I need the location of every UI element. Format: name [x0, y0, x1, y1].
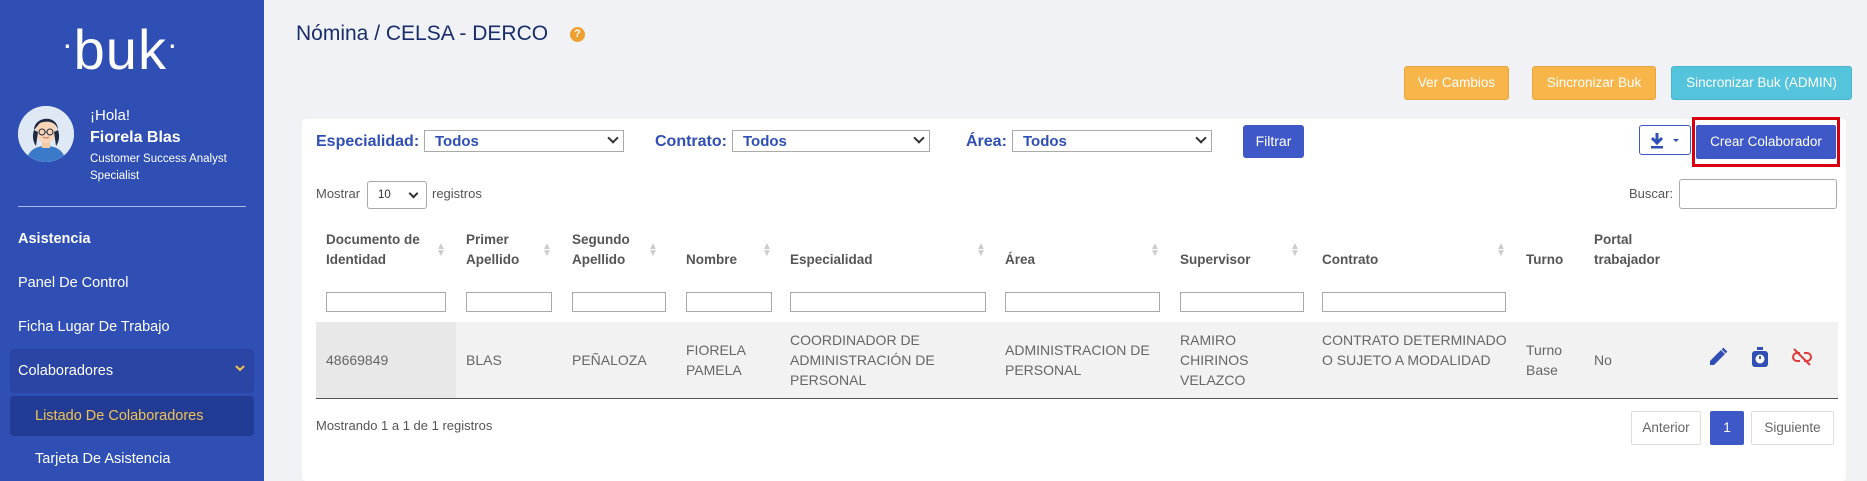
column-header-nombre[interactable]: Nombre	[686, 250, 737, 270]
nombre-filter-input[interactable]	[686, 292, 772, 312]
pagination-next[interactable]: Siguiente	[1751, 411, 1834, 445]
primer-apellido-filter-input[interactable]	[466, 292, 552, 312]
especialidad-value: Todos	[435, 133, 479, 150]
sort-icon: ▲ ▼	[648, 241, 658, 259]
cell-supervisor: RAMIRO CHIRINOS VELAZCO	[1180, 332, 1249, 388]
sidebar-item-label: Colaboradores	[18, 363, 114, 379]
sidebar-item-listado-de-colaboradores[interactable]: Listado De Colaboradores	[10, 396, 254, 436]
sort-icon: ▲ ▼	[1290, 241, 1300, 259]
chevron-down-icon	[913, 132, 925, 144]
search-label: Buscar:	[1629, 186, 1674, 201]
sort-icon: ▲ ▼	[1150, 241, 1160, 259]
cell-portal: No	[1594, 352, 1612, 368]
segundo-apellido-filter-input[interactable]	[572, 292, 666, 312]
column-header-primer-apellido[interactable]: Primer Apellido	[466, 230, 536, 270]
stopwatch-icon[interactable]	[1749, 346, 1771, 368]
cell-primer-apellido: BLAS	[466, 352, 502, 368]
contrato-label: Contrato:	[655, 133, 727, 150]
avatar	[18, 106, 74, 162]
cell-contrato: CONTRATO DETERMINADO O SUJETO A MODALIDA…	[1322, 332, 1507, 368]
sort-icon: ▲ ▼	[976, 241, 986, 259]
table-info: Mostrando 1 a 1 de 1 registros	[316, 418, 493, 433]
contrato-select[interactable]: Todos	[732, 130, 930, 152]
crear-colaborador-button[interactable]: Crear Colaborador	[1696, 125, 1836, 159]
edit-icon[interactable]	[1707, 346, 1729, 368]
sidebar-item-ficha-lugar-de-trabajo[interactable]: Ficha Lugar De Trabajo	[18, 319, 170, 335]
supervisor-filter-input[interactable]	[1180, 292, 1304, 312]
column-header-contrato[interactable]: Contrato	[1322, 250, 1378, 270]
column-header-especialidad[interactable]: Especialidad	[790, 250, 873, 270]
user-role: Customer Success Analyst Specialist	[90, 153, 227, 182]
column-header-documento[interactable]: Documento de Identidad	[326, 230, 428, 270]
cell-segundo-apellido: PEÑALOZA	[572, 352, 647, 368]
sort-icon: ▲ ▼	[762, 241, 772, 259]
chevron-down-icon	[234, 361, 246, 377]
column-header-segundo-apellido[interactable]: Segundo Apellido	[572, 230, 642, 270]
sidebar-item-label: Listado De Colaboradores	[35, 408, 204, 424]
sidebar: ·buk· ¡Hola! Fiorela Blas Customer Succe…	[0, 0, 264, 481]
filtrar-button[interactable]: Filtrar	[1243, 125, 1304, 158]
column-header-supervisor[interactable]: Supervisor	[1180, 250, 1251, 270]
help-icon[interactable]: ?	[570, 27, 585, 42]
sidebar-divider	[18, 206, 246, 207]
cell-documento: 48669849	[326, 352, 389, 368]
pagination-previous[interactable]: Anterior	[1631, 411, 1701, 445]
download-button[interactable]	[1639, 125, 1691, 155]
column-header-area[interactable]: Área	[1005, 250, 1035, 270]
chevron-down-icon	[607, 132, 619, 144]
show-label: Mostrar	[316, 186, 361, 201]
cell-area: ADMINISTRACION DE PERSONAL	[1005, 342, 1150, 378]
cell-turno: Turno Base	[1526, 342, 1563, 378]
sort-icon: ▲ ▼	[542, 241, 552, 259]
column-header-portal-trabajador[interactable]: Portal trabajador	[1594, 230, 1669, 270]
pagination-page[interactable]: 1	[1710, 411, 1744, 445]
sidebar-item-tarjeta-de-asistencia[interactable]: Tarjeta De Asistencia	[35, 451, 170, 467]
especialidad-label: Especialidad:	[316, 133, 420, 150]
area-label: Área:	[966, 133, 1007, 150]
greeting: ¡Hola!	[90, 107, 131, 124]
user-name: Fiorela Blas	[90, 129, 181, 146]
search-input[interactable]	[1679, 179, 1837, 209]
column-header-turno[interactable]: Turno	[1526, 250, 1563, 270]
table-bottom-border	[316, 398, 1838, 399]
buk-logo[interactable]: ·buk·	[62, 22, 179, 78]
ver-cambios-button[interactable]: Ver Cambios	[1404, 66, 1509, 100]
sort-icon: ▲ ▼	[436, 241, 446, 259]
page-length-value: 10	[378, 189, 391, 201]
area-filter-input[interactable]	[1005, 292, 1160, 312]
contrato-filter-input[interactable]	[1322, 292, 1506, 312]
records-label: registros	[432, 186, 482, 201]
download-icon	[1650, 133, 1679, 149]
sidebar-section-asistencia[interactable]: Asistencia	[18, 231, 91, 247]
especialidad-filter-input[interactable]	[790, 292, 986, 312]
chevron-down-icon	[1195, 132, 1207, 144]
sort-icon: ▲ ▼	[1496, 241, 1506, 259]
sincronizar-buk-button[interactable]: Sincronizar Buk	[1532, 66, 1656, 100]
area-select[interactable]: Todos	[1012, 130, 1212, 152]
area-value: Todos	[1023, 133, 1067, 150]
especialidad-select[interactable]: Todos	[424, 130, 624, 152]
sidebar-item-panel-de-control[interactable]: Panel De Control	[18, 275, 128, 291]
unlink-icon[interactable]	[1791, 346, 1813, 368]
page-length-select[interactable]: 10	[367, 181, 427, 209]
contrato-value: Todos	[743, 133, 787, 150]
sidebar-item-colaboradores[interactable]: Colaboradores	[10, 349, 254, 393]
cell-nombre: FIORELA PAMELA	[686, 342, 746, 378]
page-title: Nómina / CELSA - DERCO	[296, 22, 549, 45]
cell-especialidad: COORDINADOR DE ADMINISTRACIÓN DE PERSONA…	[790, 332, 935, 388]
documento-filter-input[interactable]	[326, 292, 446, 312]
sincronizar-buk-admin-button[interactable]: Sincronizar Buk (ADMIN)	[1671, 66, 1852, 100]
chevron-down-icon	[408, 188, 419, 199]
